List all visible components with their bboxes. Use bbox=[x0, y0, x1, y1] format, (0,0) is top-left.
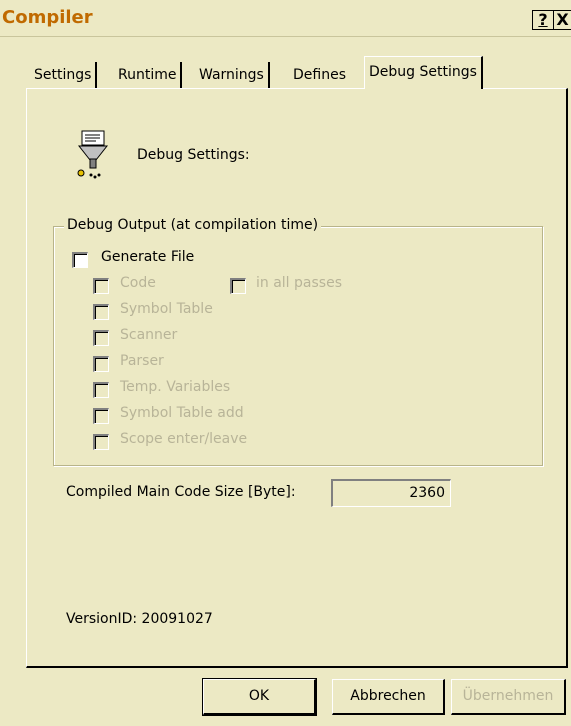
apply-button[interactable]: Übernehmen bbox=[451, 679, 566, 715]
close-button[interactable]: X bbox=[553, 10, 571, 30]
symbol-table-add-checkbox[interactable] bbox=[93, 408, 109, 424]
symbol-table-add-label: Symbol Table add bbox=[120, 405, 244, 421]
tab-defines[interactable]: Defines bbox=[289, 62, 350, 88]
temp-variables-checkbox[interactable] bbox=[93, 382, 109, 398]
scanner-checkbox[interactable] bbox=[93, 330, 109, 346]
symbol-table-label: Symbol Table bbox=[120, 301, 213, 317]
debug-funnel-icon bbox=[77, 130, 109, 179]
cancel-button[interactable]: Abbrechen bbox=[332, 679, 445, 715]
version-id: VersionID: 20091027 bbox=[66, 611, 213, 627]
tab-warnings[interactable]: Warnings bbox=[195, 62, 270, 88]
parser-label: Parser bbox=[120, 353, 164, 369]
help-button[interactable]: ? bbox=[532, 10, 553, 30]
code-checkbox[interactable] bbox=[93, 278, 109, 294]
debug-output-group-label: Debug Output (at compilation time) bbox=[64, 217, 322, 233]
tab-settings[interactable]: Settings bbox=[30, 62, 98, 88]
ok-button[interactable]: OK bbox=[202, 678, 317, 716]
code-size-field: 2360 bbox=[331, 479, 451, 507]
debug-settings-heading: Debug Settings: bbox=[137, 147, 250, 163]
temp-variables-label: Temp. Variables bbox=[120, 379, 231, 395]
in-all-passes-label: in all passes bbox=[256, 275, 342, 291]
tab-runtime[interactable]: Runtime bbox=[114, 62, 183, 88]
code-size-label: Compiled Main Code Size [Byte]: bbox=[66, 484, 296, 500]
code-label: Code bbox=[120, 275, 156, 291]
window-title: Compiler bbox=[2, 7, 93, 28]
parser-checkbox[interactable] bbox=[93, 356, 109, 372]
title-bar: Compiler ? X bbox=[0, 0, 571, 37]
generate-file-checkbox[interactable] bbox=[72, 252, 88, 268]
tab-debug-settings[interactable]: Debug Settings bbox=[364, 56, 483, 89]
scanner-label: Scanner bbox=[120, 327, 178, 343]
symbol-table-checkbox[interactable] bbox=[93, 304, 109, 320]
scope-enter-leave-label: Scope enter/leave bbox=[120, 431, 248, 447]
scope-enter-leave-checkbox[interactable] bbox=[93, 434, 109, 450]
in-all-passes-checkbox[interactable] bbox=[230, 278, 246, 294]
generate-file-label[interactable]: Generate File bbox=[101, 249, 194, 265]
